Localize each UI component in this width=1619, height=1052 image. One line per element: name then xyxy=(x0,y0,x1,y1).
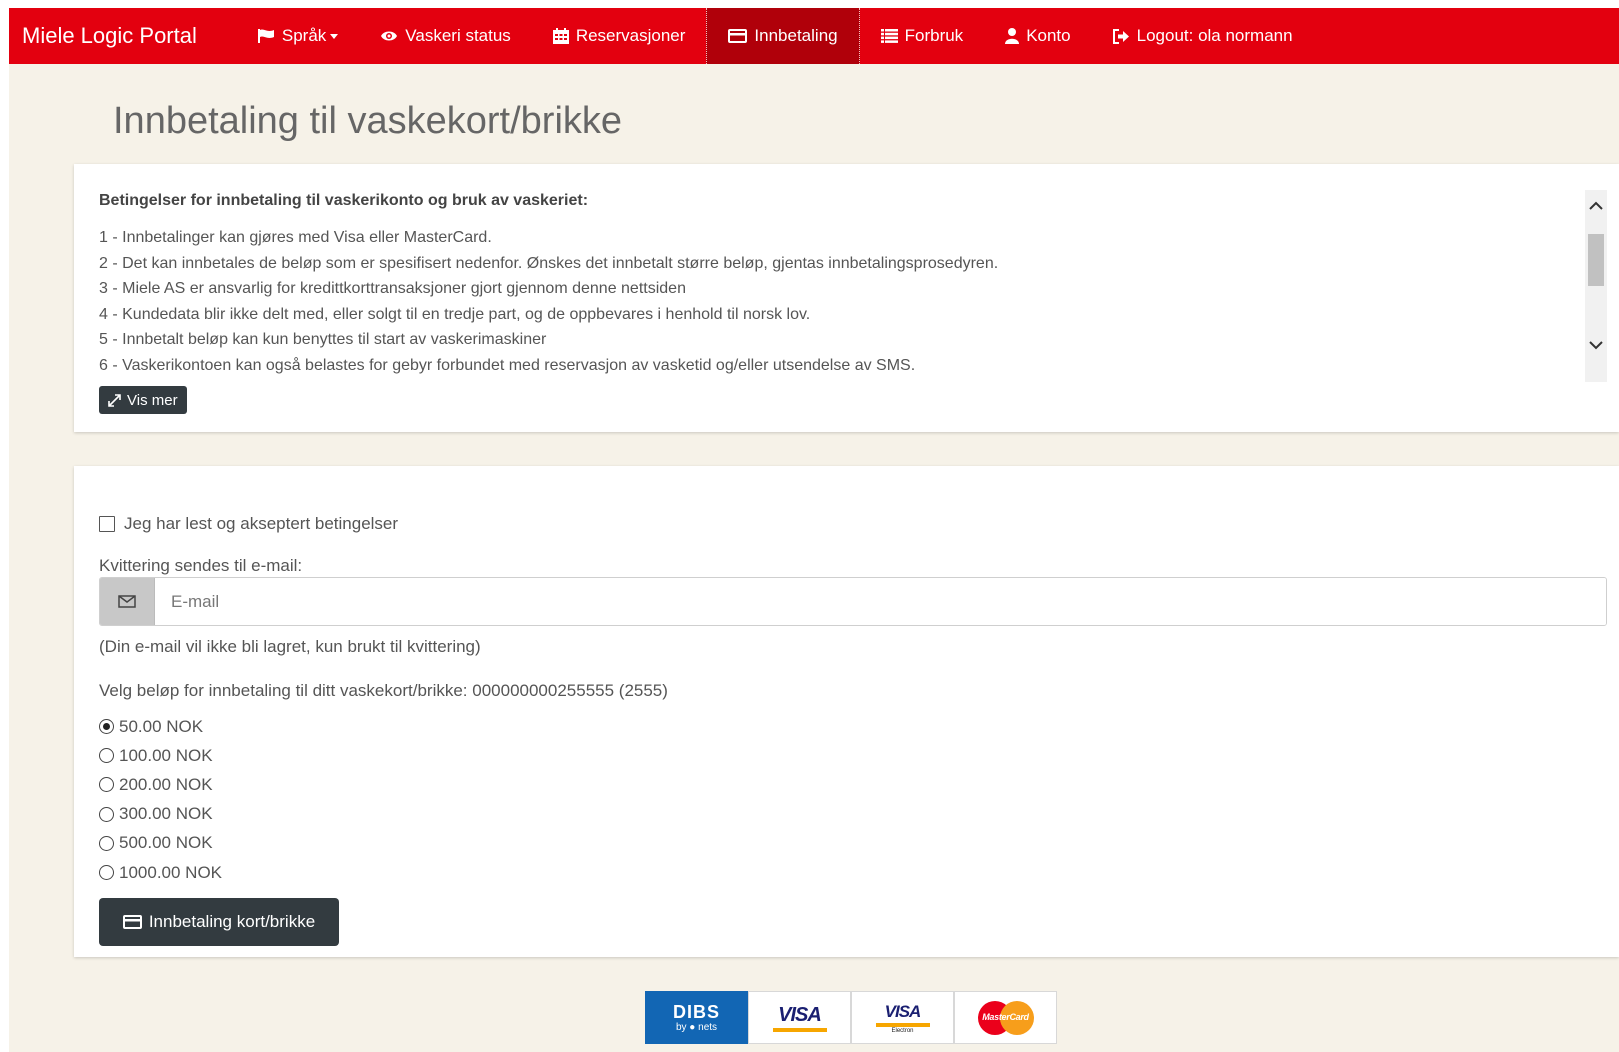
nav-logout-label: Logout: ola normann xyxy=(1136,26,1293,45)
terms-line: 1 - Innbetalinger kan gjøres med Visa el… xyxy=(99,229,492,246)
amount-option-label: 1000.00 NOK xyxy=(119,862,223,882)
nav-reservations-label: Reservasjoner xyxy=(575,26,686,45)
amount-radio-group: 50.00 NOK 100.00 NOK 200.00 NOK 300.00 N… xyxy=(99,712,222,887)
nav-language-label: Språk xyxy=(281,26,327,45)
nav-language[interactable]: Språk xyxy=(237,8,359,64)
show-more-button[interactable]: Vis mer xyxy=(99,386,187,414)
scroll-thumb[interactable] xyxy=(1588,234,1604,286)
nav-reservations[interactable]: Reservasjoner xyxy=(532,8,707,64)
expand-icon xyxy=(108,393,121,407)
nav-consumption-label: Forbruk xyxy=(904,26,964,45)
eye-icon xyxy=(380,30,398,42)
email-input-group xyxy=(99,577,1607,626)
amount-option[interactable]: 50.00 NOK xyxy=(99,712,222,741)
amount-radio[interactable] xyxy=(99,777,114,793)
amount-option[interactable]: 500.00 NOK xyxy=(99,829,222,858)
terms-line: 5 - Innbetalt beløp kan kun benyttes til… xyxy=(99,331,547,348)
amount-option-label: 300.00 NOK xyxy=(119,804,213,824)
payment-form-panel: Jeg har lest og akseptert betingelser Kv… xyxy=(74,466,1619,957)
pay-card-button[interactable]: Innbetaling kort/brikke xyxy=(99,898,339,946)
nav-payment-label: Innbetaling xyxy=(754,26,838,45)
dibs-logo: DIBS by ● nets xyxy=(645,991,748,1044)
accept-terms-row[interactable]: Jeg har lest og akseptert betingelser xyxy=(99,514,398,534)
envelope-icon xyxy=(100,578,155,625)
amount-radio[interactable] xyxy=(99,748,114,764)
nav-laundry-status[interactable]: Vaskeri status xyxy=(359,8,532,64)
brand-title[interactable]: Miele Logic Portal xyxy=(9,8,210,64)
terms-line: 4 - Kundedata blir ikke delt med, eller … xyxy=(99,305,811,323)
visa-electron-logo-text: VISA xyxy=(884,1001,922,1021)
amount-radio[interactable] xyxy=(99,806,114,822)
nav-payment[interactable]: Innbetaling xyxy=(706,8,860,64)
page-background: Miele Logic Portal Språk Vaskeri status … xyxy=(9,8,1619,1052)
terms-line: 3 - Miele AS er ansvarlig for kredittkor… xyxy=(99,280,686,297)
nav-consumption[interactable]: Forbruk xyxy=(860,8,985,64)
payment-logos: DIBS by ● nets VISA VISA Electron Master… xyxy=(645,991,1057,1044)
mastercard-logo-text: MasterCard xyxy=(982,1011,1029,1022)
nav-account-label: Konto xyxy=(1026,26,1071,45)
terms-line: 2 - Det kan innbetales de beløp som er s… xyxy=(99,254,999,272)
top-navbar: Miele Logic Portal Språk Vaskeri status … xyxy=(9,8,1619,64)
terms-scroll-area[interactable]: Betingelser for innbetaling til vaskerik… xyxy=(99,186,1571,386)
terms-scrollbar[interactable] xyxy=(1585,190,1607,382)
visa-electron-logo-subtext: Electron xyxy=(891,1027,914,1034)
amount-option-label: 200.00 NOK xyxy=(119,774,213,794)
nav-account[interactable]: Konto xyxy=(984,8,1091,64)
amount-radio[interactable] xyxy=(99,865,114,881)
terms-title: Betingelser for innbetaling til vaskerik… xyxy=(99,192,589,209)
amount-option[interactable]: 300.00 NOK xyxy=(99,800,222,829)
credit-card-icon xyxy=(728,29,748,43)
terms-panel: Betingelser for innbetaling til vaskerik… xyxy=(74,164,1619,432)
logout-icon xyxy=(1112,28,1130,44)
amount-option-label: 100.00 NOK xyxy=(119,745,213,765)
email-field[interactable] xyxy=(155,578,1606,625)
amount-option-label: 500.00 NOK xyxy=(119,833,213,853)
amount-radio[interactable] xyxy=(99,719,114,735)
amount-option[interactable]: 1000.00 NOK xyxy=(99,858,222,887)
mastercard-logo: MasterCard xyxy=(954,991,1057,1044)
chevron-down-icon[interactable] xyxy=(1585,334,1607,356)
user-icon xyxy=(1005,28,1020,44)
flag-icon xyxy=(257,29,275,43)
show-more-label: Vis mer xyxy=(127,391,178,409)
calendar-icon xyxy=(552,28,569,44)
nav-logout[interactable]: Logout: ola normann xyxy=(1092,8,1314,64)
dibs-logo-text: DIBS xyxy=(672,1001,720,1022)
nav-laundry-status-label: Vaskeri status xyxy=(405,26,511,45)
email-hint: (Din e-mail vil ikke bli lagret, kun bru… xyxy=(99,637,481,656)
visa-electron-logo: VISA Electron xyxy=(851,991,954,1044)
list-icon xyxy=(880,29,898,43)
amount-option[interactable]: 200.00 NOK xyxy=(99,770,222,799)
email-label: Kvittering sendes til e-mail: xyxy=(99,556,303,575)
amount-option[interactable]: 100.00 NOK xyxy=(99,741,222,770)
amount-select-label: Velg beløp for innbetaling til ditt vask… xyxy=(99,681,668,700)
chevron-down-icon xyxy=(330,33,339,39)
accept-terms-checkbox[interactable] xyxy=(99,516,115,532)
page-title: Innbetaling til vaskekort/brikke xyxy=(113,100,623,142)
visa-logo-text: VISA xyxy=(778,1003,822,1026)
pay-card-label: Innbetaling kort/brikke xyxy=(148,912,316,931)
chevron-up-icon[interactable] xyxy=(1585,194,1607,216)
credit-card-icon xyxy=(122,915,142,929)
dibs-logo-subtext: by ● nets xyxy=(675,1021,718,1033)
accept-terms-label: Jeg har lest og akseptert betingelser xyxy=(124,514,399,533)
visa-logo: VISA xyxy=(748,991,851,1044)
amount-radio[interactable] xyxy=(99,835,114,851)
terms-line: 6 - Vaskerikontoen kan også belastes for… xyxy=(99,356,916,374)
amount-option-label: 50.00 NOK xyxy=(119,716,204,736)
